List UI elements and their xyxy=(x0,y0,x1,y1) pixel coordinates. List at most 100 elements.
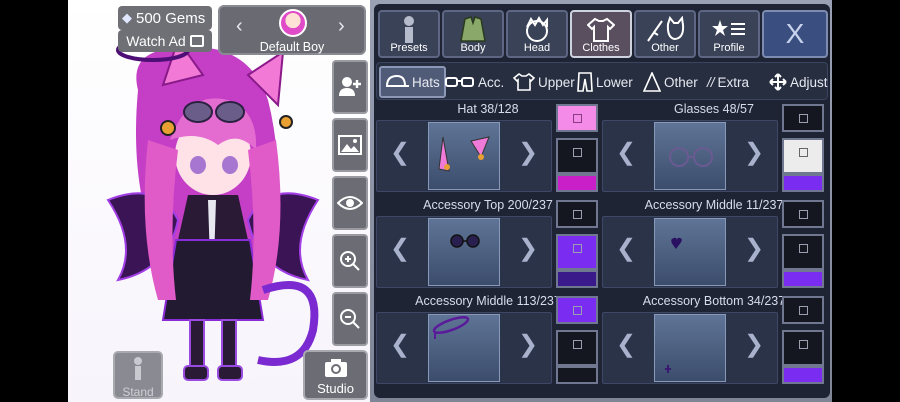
subtab-accessories-label: Acc. xyxy=(478,74,505,90)
move-icon xyxy=(769,73,787,91)
chevron-right-icon[interactable]: ❯ xyxy=(744,138,764,167)
chevron-right-icon[interactable]: › xyxy=(338,15,345,38)
background-button[interactable] xyxy=(332,118,368,172)
subtab-extra[interactable]: // Extra xyxy=(703,66,753,98)
color-swatch-3[interactable] xyxy=(782,270,824,288)
accessory-bottom-preview-image xyxy=(665,365,671,373)
zoom-out-button[interactable] xyxy=(332,292,368,346)
cape-icon xyxy=(643,72,661,92)
color-swatch-1[interactable] xyxy=(556,104,598,132)
slot-preview[interactable] xyxy=(654,314,726,382)
subtab-upper[interactable]: Upper xyxy=(509,66,579,98)
subtab-other-label: Other xyxy=(664,74,698,90)
tab-clothes[interactable]: Clothes xyxy=(570,10,632,58)
avatar xyxy=(279,9,307,37)
accessory-top-preview-image xyxy=(450,234,480,248)
sword-cat-icon xyxy=(647,15,685,42)
color-swatch-1[interactable] xyxy=(782,200,824,228)
watch-ad-button[interactable]: Watch Ad xyxy=(118,30,212,52)
subtab-bar: Hats Acc. Upper Lower Other // Extra Adj… xyxy=(376,62,828,100)
gems-counter[interactable]: ◆ 500 Gems xyxy=(118,6,212,30)
color-swatch-2[interactable] xyxy=(782,138,824,174)
film-icon xyxy=(189,35,204,47)
tab-presets[interactable]: Presets xyxy=(378,10,440,58)
color-swatch-2[interactable] xyxy=(556,330,598,366)
color-swatch-3[interactable] xyxy=(782,174,824,192)
chevron-right-icon[interactable]: ❯ xyxy=(518,330,538,359)
zoom-in-icon xyxy=(340,251,360,271)
studio-button[interactable]: Studio xyxy=(303,350,368,400)
character-preview xyxy=(106,37,320,381)
slash-icon: // xyxy=(707,74,715,90)
color-swatch-3[interactable] xyxy=(556,270,598,288)
jacket-icon xyxy=(460,16,486,42)
slot-preview[interactable] xyxy=(428,122,500,190)
slot-preview[interactable] xyxy=(428,314,500,382)
shirt-small-icon xyxy=(513,73,535,91)
tab-profile[interactable]: Profile xyxy=(698,10,760,58)
color-swatch-2[interactable] xyxy=(556,138,598,174)
color-swatch-2[interactable] xyxy=(782,234,824,270)
chevron-right-icon[interactable]: ❯ xyxy=(518,138,538,167)
hat-preview-image xyxy=(438,136,490,172)
add-user-icon xyxy=(339,77,361,96)
accessory-top-slot: Accessory Top 200/237 ❮ ❯ xyxy=(376,198,600,290)
subtab-hats[interactable]: Hats xyxy=(379,66,446,98)
glasses-icon xyxy=(445,77,474,87)
color-swatch-3[interactable] xyxy=(556,366,598,384)
chevron-right-icon[interactable]: ❯ xyxy=(518,234,538,263)
slot-preview[interactable] xyxy=(428,218,500,286)
subtab-accessories[interactable]: Acc. xyxy=(441,66,508,98)
chevron-left-icon[interactable]: ❮ xyxy=(616,138,636,167)
accessory-middle-slot: Accessory Middle 11/237 ❮ ❯ xyxy=(602,198,826,290)
color-swatch-3[interactable] xyxy=(556,174,598,192)
tab-body-label: Body xyxy=(460,42,486,54)
stand-label: Stand xyxy=(122,385,154,399)
color-swatch-1[interactable] xyxy=(556,296,598,324)
accessory-bottom-slot: Accessory Bottom 34/237 ❮ ❯ xyxy=(602,294,826,386)
visibility-button[interactable] xyxy=(332,176,368,230)
color-swatch-1[interactable] xyxy=(556,200,598,228)
chevron-right-icon[interactable]: ❯ xyxy=(744,330,764,359)
subtab-other[interactable]: Other xyxy=(639,66,702,98)
subtab-lower-label: Lower xyxy=(596,74,633,90)
subtab-adjust[interactable]: Adjust xyxy=(765,66,832,98)
add-character-button[interactable] xyxy=(332,60,368,114)
color-swatch-2[interactable] xyxy=(556,234,598,270)
eye-icon xyxy=(337,196,363,210)
subtab-adjust-label: Adjust xyxy=(790,74,828,90)
tab-head-label: Head xyxy=(523,42,551,54)
pants-icon xyxy=(577,72,593,92)
chevron-left-icon[interactable]: ❮ xyxy=(616,330,636,359)
character-selector: ‹ › Default Boy xyxy=(218,5,366,55)
editor-panel-inner: Presets Body Head Clothes Other Profile … xyxy=(374,4,830,398)
head-icon xyxy=(526,15,548,42)
zoom-in-button[interactable] xyxy=(332,234,368,288)
tab-body[interactable]: Body xyxy=(442,10,504,58)
glasses-slot: Glasses 48/57 ❮ ❯ xyxy=(602,102,826,194)
letterbox-right xyxy=(832,0,900,402)
color-swatch-1[interactable] xyxy=(782,104,824,132)
chevron-left-icon[interactable]: ❮ xyxy=(390,330,410,359)
presets-icon xyxy=(404,16,414,43)
tab-clothes-label: Clothes xyxy=(582,42,620,54)
slot-preview[interactable] xyxy=(654,218,726,286)
color-swatch-1[interactable] xyxy=(782,296,824,324)
tab-head[interactable]: Head xyxy=(506,10,568,58)
slot-preview[interactable] xyxy=(654,122,726,190)
chevron-left-icon[interactable]: ❮ xyxy=(616,234,636,263)
chevron-right-icon[interactable]: ❯ xyxy=(744,234,764,263)
gem-icon: ◆ xyxy=(122,10,132,25)
color-swatch-3[interactable] xyxy=(782,366,824,384)
editor-panel: Presets Body Head Clothes Other Profile … xyxy=(370,0,832,402)
color-swatch-2[interactable] xyxy=(782,330,824,366)
chevron-left-icon[interactable]: ❮ xyxy=(390,234,410,263)
stand-button[interactable]: Stand xyxy=(113,351,163,399)
close-button[interactable]: X xyxy=(762,10,828,58)
hat-slot: Hat 38/128 ❮ ❯ xyxy=(376,102,600,194)
chevron-left-icon[interactable]: ❮ xyxy=(390,138,410,167)
zoom-out-icon xyxy=(340,309,360,329)
tab-other[interactable]: Other xyxy=(634,10,696,58)
subtab-lower[interactable]: Lower xyxy=(573,66,637,98)
chevron-left-icon[interactable]: ‹ xyxy=(236,15,243,38)
